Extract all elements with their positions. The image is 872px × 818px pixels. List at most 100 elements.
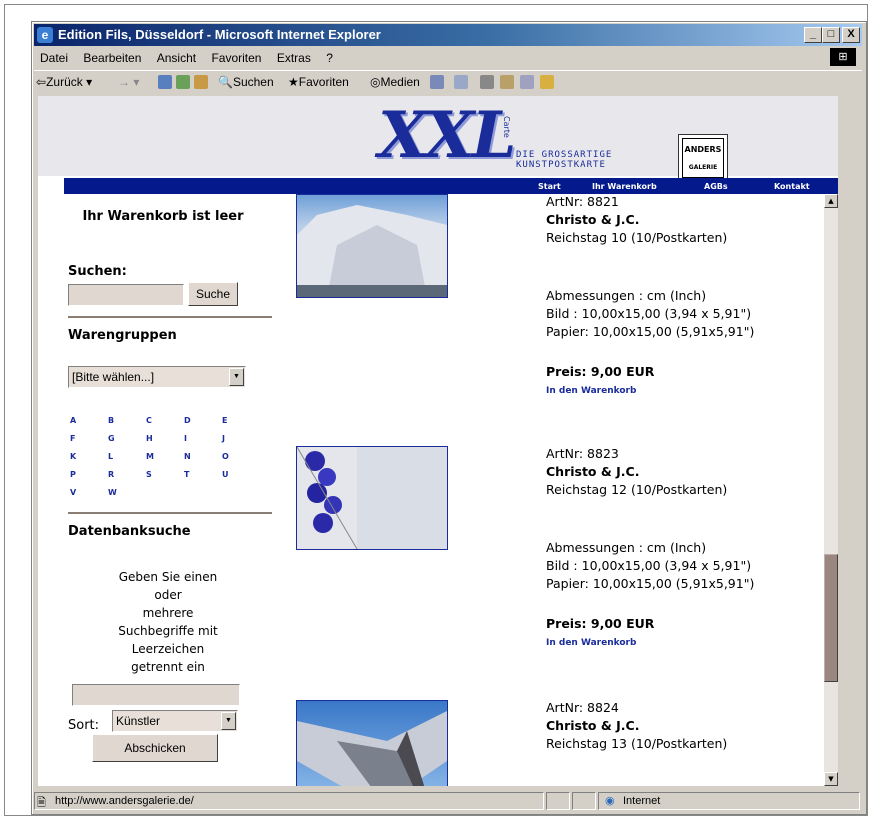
db-help-line: oder (154, 588, 182, 602)
letter-p[interactable]: P (70, 470, 76, 479)
chevron-down-icon: ▼ (221, 712, 236, 730)
nav-agbs[interactable]: AGBs (704, 182, 728, 191)
minimize-button[interactable]: _ (804, 27, 822, 43)
toolbar: ⇦Zurück ▾ → ▾ 🔍Suchen ★Favoriten ◎Medien (34, 70, 862, 93)
status-zone-cell: ◉ Internet (598, 792, 860, 810)
letter-m[interactable]: M (146, 452, 154, 461)
forward-button[interactable]: → ▾ (118, 75, 139, 89)
windows-logo-icon: ⊞ (830, 48, 856, 66)
back-arrow-icon: ⇦ (36, 75, 47, 89)
menu-datei[interactable]: Datei (34, 48, 74, 65)
product-artnr: ArtNr: 8821 (546, 194, 619, 209)
add-to-cart-link[interactable]: In den Warenkorb (546, 638, 636, 648)
edit-icon[interactable] (500, 75, 514, 89)
vertical-scrollbar[interactable]: ▲ ▼ (824, 194, 838, 786)
scroll-down-icon[interactable]: ▼ (824, 772, 838, 786)
close-button[interactable]: X (842, 27, 860, 43)
menu-bearbeiten[interactable]: Bearbeiten (77, 48, 147, 65)
db-search-input[interactable] (72, 684, 240, 706)
letter-w[interactable]: W (108, 488, 117, 497)
product-artist: Christo & J.C. (546, 464, 640, 479)
submit-button[interactable]: Abschicken (92, 734, 218, 762)
status-url: http://www.andersgalerie.de/ (55, 795, 194, 807)
status-cell (546, 792, 570, 810)
nav-start[interactable]: Start (538, 182, 561, 191)
chevron-down-icon: ▼ (229, 368, 244, 386)
product-bild: Bild : 10,00x15,00 (3,94 x 5,91") (546, 306, 752, 321)
letter-i[interactable]: I (184, 434, 187, 443)
discuss-icon[interactable] (520, 75, 534, 89)
menu-bar: Datei Bearbeiten Ansicht Favoriten Extra… (34, 48, 862, 68)
media-button[interactable]: ◎Medien (370, 75, 420, 89)
scroll-up-icon[interactable]: ▲ (824, 194, 838, 208)
letter-d[interactable]: D (184, 416, 191, 425)
stop-icon[interactable] (158, 75, 172, 89)
history-icon[interactable] (430, 75, 444, 89)
anders-galerie-logo: ANDERS GALERIE (678, 134, 728, 182)
letter-e[interactable]: E (222, 416, 227, 425)
title-bar[interactable]: e Edition Fils, Düsseldorf - Microsoft I… (34, 24, 862, 46)
menu-help[interactable]: ? (320, 48, 339, 65)
product-image[interactable] (296, 194, 448, 298)
db-help-line: Geben Sie einen (118, 570, 218, 584)
maximize-button[interactable]: □ (822, 27, 840, 43)
product-image[interactable] (296, 700, 448, 786)
groups-select-value: [Bitte wählen...] (72, 370, 155, 384)
product-artist: Christo & J.C. (546, 718, 640, 733)
letter-o[interactable]: O (222, 452, 229, 461)
menu-extras[interactable]: Extras (271, 48, 317, 65)
tagline-line-1: DIE GROSSARTIGE (516, 150, 613, 160)
search-submit-button[interactable]: Suche (188, 282, 238, 306)
product-price: Preis: 9,00 EUR (546, 364, 655, 379)
divider (68, 316, 272, 318)
search-button[interactable]: 🔍Suchen (218, 75, 274, 89)
status-bar: 🗎 http://www.andersgalerie.de/ ◉ Interne… (34, 792, 862, 810)
scroll-thumb[interactable] (824, 554, 838, 682)
letter-k[interactable]: K (70, 452, 76, 461)
letter-v[interactable]: V (70, 488, 76, 497)
letter-t[interactable]: T (184, 470, 189, 479)
letter-a[interactable]: A (70, 416, 76, 425)
print-icon[interactable] (480, 75, 494, 89)
status-url-cell: 🗎 http://www.andersgalerie.de/ (34, 792, 544, 810)
nav-kontakt[interactable]: Kontakt (774, 182, 810, 191)
reichstag-wrapped-image (297, 711, 447, 786)
home-icon[interactable] (194, 75, 208, 89)
letter-r[interactable]: R (108, 470, 114, 479)
product-dims: Abmessungen : cm (Inch) (546, 288, 707, 303)
letter-n[interactable]: N (184, 452, 191, 461)
search-input[interactable] (68, 284, 184, 306)
media-label: Medien (380, 75, 420, 89)
xxl-logo-small: Carte (502, 116, 511, 138)
letter-f[interactable]: F (70, 434, 75, 443)
groups-select[interactable]: [Bitte wählen...] ▼ (68, 366, 246, 388)
mail-icon[interactable] (454, 75, 468, 89)
nav-warenkorb[interactable]: Ihr Warenkorb (592, 182, 657, 191)
letter-h[interactable]: H (146, 434, 153, 443)
menu-favoriten[interactable]: Favoriten (205, 48, 267, 65)
db-search-heading: Datenbanksuche (68, 524, 191, 539)
letter-u[interactable]: U (222, 470, 229, 479)
letter-s[interactable]: S (146, 470, 152, 479)
db-search-help: Geben Sie einen oder mehrere Suchbegriff… (68, 568, 268, 676)
letter-g[interactable]: G (108, 434, 115, 443)
add-to-cart-link[interactable]: In den Warenkorb (546, 386, 636, 396)
browser-window: e Edition Fils, Düsseldorf - Microsoft I… (31, 21, 867, 815)
messenger-icon[interactable] (540, 75, 554, 89)
sort-select[interactable]: Künstler ▼ (112, 710, 238, 732)
back-button[interactable]: ⇦Zurück ▾ (36, 75, 92, 89)
search-label: Suchen (232, 75, 274, 89)
favorites-button[interactable]: ★Favoriten (288, 75, 349, 89)
letter-l[interactable]: L (108, 452, 113, 461)
letter-b[interactable]: B (108, 416, 114, 425)
tagline-line-2: KUNSTPOSTKARTE (516, 160, 606, 170)
letter-c[interactable]: C (146, 416, 152, 425)
menu-ansicht[interactable]: Ansicht (151, 48, 202, 65)
brand-name: ANDERS (684, 145, 722, 154)
letter-j[interactable]: J (222, 434, 225, 443)
product-image[interactable] (296, 446, 448, 550)
screenshot-frame: e Edition Fils, Düsseldorf - Microsoft I… (4, 4, 868, 816)
window-title: Edition Fils, Düsseldorf - Microsoft Int… (58, 27, 381, 42)
refresh-icon[interactable] (176, 75, 190, 89)
site-header: XXL Carte DIE GROSSARTIGE KUNSTPOSTKARTE… (38, 96, 838, 182)
